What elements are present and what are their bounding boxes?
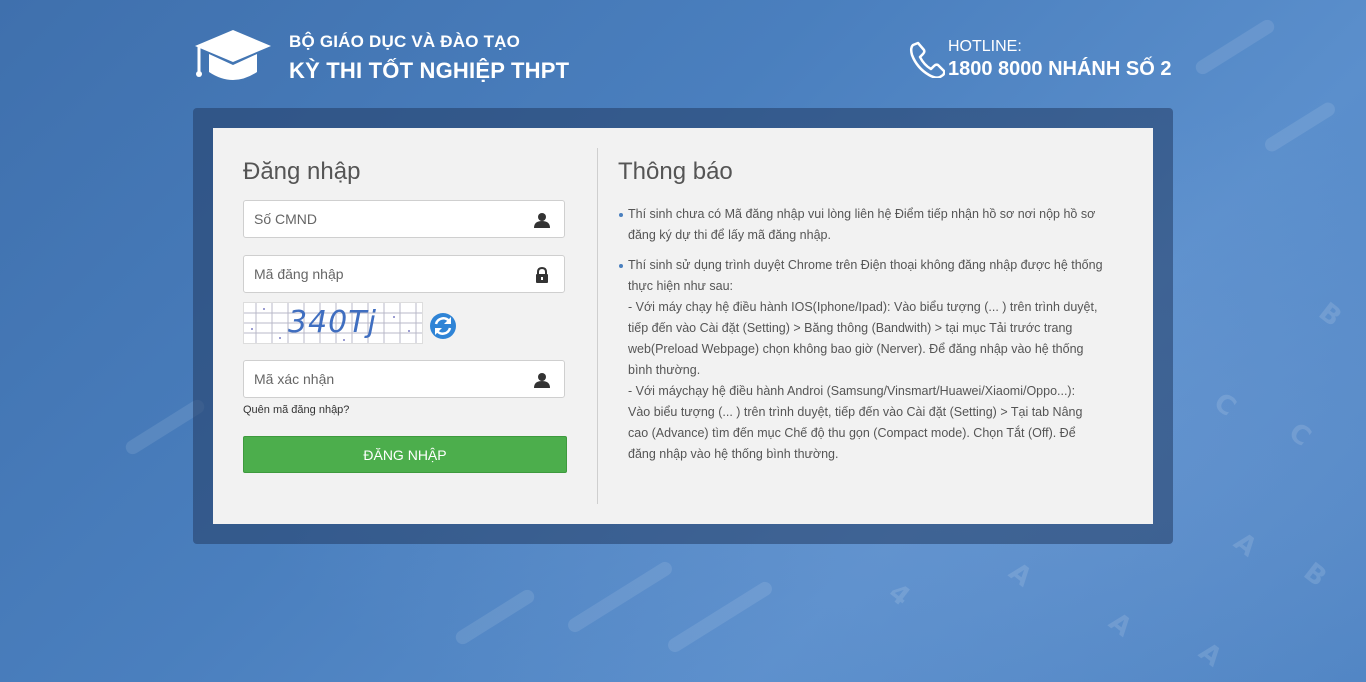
- user-icon: [534, 373, 550, 388]
- notice-line: web(Preload Webpage) chọn không bao giờ …: [628, 342, 1084, 356]
- forgot-code-link[interactable]: Quên mã đăng nhập?: [243, 404, 349, 416]
- refresh-icon[interactable]: [429, 312, 457, 340]
- verify-code-input[interactable]: [244, 361, 524, 397]
- hotline-label: HOTLINE:: [948, 38, 1022, 55]
- login-code-field: [243, 255, 565, 293]
- notice-line: bình thường.: [628, 363, 701, 377]
- lock-icon: [536, 267, 548, 283]
- main-frame: Đăng nhập Số CMND 340Tj Mã xác nhận Quên…: [193, 108, 1173, 544]
- notice-item: Thí sinh sử dụng trình duyệt Chrome trên…: [619, 255, 1123, 465]
- id-number-field: [243, 200, 565, 238]
- notice-list: Thí sinh chưa có Mã đăng nhập vui lòng l…: [618, 204, 1123, 474]
- user-icon: [534, 213, 550, 228]
- captcha-image: 340Tj: [243, 302, 423, 344]
- notice-line: thực hiện như sau:: [628, 279, 733, 293]
- exam-name: KỲ THI TỐT NGHIỆP THPT: [289, 58, 570, 83]
- notice-line: - Với máy chạy hệ điều hành IOS(Iphone/I…: [628, 300, 1098, 314]
- id-number-input[interactable]: [244, 201, 524, 237]
- hotline-number: 1800 8000 NHÁNH SỐ 2: [948, 58, 1172, 80]
- verify-code-field: [243, 360, 565, 398]
- login-title: Đăng nhập: [243, 158, 361, 185]
- org-name: BỘ GIÁO DỤC VÀ ĐÀO TẠO: [289, 32, 521, 51]
- divider: [597, 148, 598, 504]
- notice-line: đăng nhập vào hệ thống bình thường.: [628, 447, 839, 461]
- notice-line: đăng ký dự thi để lấy mã đăng nhập.: [628, 228, 831, 242]
- notice-line: Thí sinh chưa có Mã đăng nhập vui lòng l…: [628, 207, 1096, 221]
- notice-line: Vào biểu tượng (... ) trên trình duyệt, …: [628, 405, 1083, 419]
- notice-title: Thông báo: [618, 158, 733, 185]
- content-panel: Đăng nhập Số CMND 340Tj Mã xác nhận Quên…: [213, 128, 1153, 524]
- notice-line: tiếp đến vào Cài đặt (Setting) > Băng th…: [628, 321, 1073, 335]
- captcha-text: 340Tj: [288, 305, 377, 340]
- site-header: BỘ GIÁO DỤC VÀ ĐÀO TẠO KỲ THI TỐT NGHIỆP…: [193, 22, 1173, 92]
- hotline: HOTLINE: 1800 8000 NHÁNH SỐ 2: [909, 38, 1173, 82]
- notice-line: Thí sinh sử dụng trình duyệt Chrome trên…: [628, 258, 1103, 272]
- notice-item: Thí sinh chưa có Mã đăng nhập vui lòng l…: [619, 204, 1123, 246]
- notice-line: - Với máychạy hệ điều hành Androi (Samsu…: [628, 384, 1076, 398]
- notice-line: cao (Advance) tìm đến mục Chế độ thu gọn…: [628, 426, 1076, 440]
- brand: BỘ GIÁO DỤC VÀ ĐÀO TẠO KỲ THI TỐT NGHIỆP…: [289, 32, 569, 84]
- login-button[interactable]: ĐĂNG NHẬP: [243, 436, 567, 473]
- login-code-input[interactable]: [244, 256, 524, 292]
- graduation-cap-icon: [195, 30, 271, 80]
- phone-icon: [909, 41, 945, 78]
